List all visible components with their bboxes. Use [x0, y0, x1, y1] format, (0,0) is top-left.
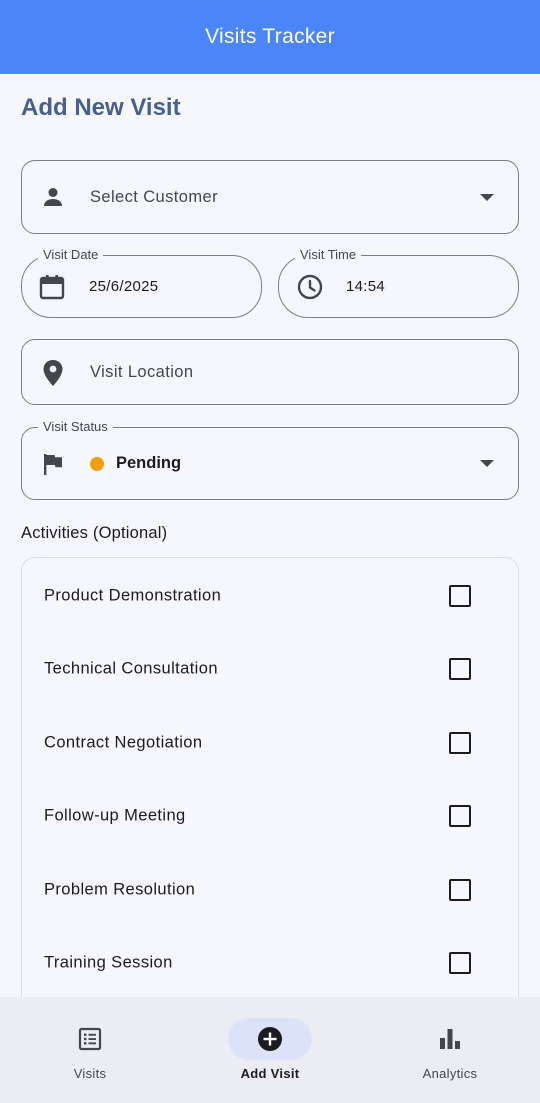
clock-icon: [296, 273, 324, 301]
bottom-navigation: Visits Add Visit Analytics: [0, 997, 540, 1103]
customer-placeholder: Select Customer: [90, 188, 218, 206]
activity-label: Product Demonstration: [44, 586, 222, 605]
calendar-icon: [38, 273, 66, 301]
activity-label: Training Session: [44, 953, 173, 972]
visit-date-value: 25/6/2025: [89, 278, 159, 295]
app-title: Visits Tracker: [205, 25, 335, 48]
nav-label: Add Visit: [240, 1066, 300, 1081]
nav-item-visits[interactable]: Visits: [0, 997, 180, 1103]
activity-label: Contract Negotiation: [44, 733, 203, 752]
page-title: Add New Visit: [21, 94, 181, 121]
visit-status-select[interactable]: Visit Status Pending: [21, 419, 519, 500]
add-circle-icon: [257, 1026, 283, 1052]
visit-date-field[interactable]: Visit Date 25/6/2025: [21, 247, 262, 318]
activity-item[interactable]: Training Session: [22, 927, 518, 1001]
status-dot: [90, 457, 104, 471]
list-icon: [78, 1027, 102, 1051]
visit-date-label: Visit Date: [38, 247, 104, 263]
activities-list: Product Demonstration Technical Consulta…: [21, 557, 519, 1027]
activities-title: Activities (Optional): [21, 524, 168, 542]
activity-label: Technical Consultation: [44, 659, 218, 678]
customer-select[interactable]: Select Customer: [21, 160, 519, 234]
activity-item[interactable]: Contract Negotiation: [22, 706, 518, 780]
status-value: Pending: [116, 454, 182, 472]
activity-item[interactable]: Problem Resolution: [22, 853, 518, 927]
activity-item[interactable]: Technical Consultation: [22, 633, 518, 707]
visit-status-label: Visit Status: [38, 419, 113, 435]
chevron-down-icon: [480, 460, 494, 467]
activity-item[interactable]: Product Demonstration: [22, 559, 518, 633]
nav-item-analytics[interactable]: Analytics: [360, 997, 540, 1103]
activity-checkbox[interactable]: [449, 805, 471, 828]
flag-icon: [41, 452, 65, 476]
nav-pill: [408, 1018, 492, 1060]
activity-checkbox[interactable]: [449, 878, 471, 901]
visit-location-input[interactable]: Visit Location: [21, 339, 519, 405]
activity-checkbox[interactable]: [449, 731, 471, 754]
activity-item[interactable]: Follow-up Meeting: [22, 780, 518, 854]
activity-checkbox[interactable]: [449, 584, 471, 607]
nav-pill: [48, 1018, 132, 1060]
activity-checkbox[interactable]: [449, 952, 471, 975]
activity-label: Follow-up Meeting: [44, 806, 186, 825]
app-bar: Visits Tracker: [0, 0, 540, 74]
chevron-down-icon: [480, 194, 494, 201]
activity-checkbox[interactable]: [449, 658, 471, 681]
activity-label: Problem Resolution: [44, 880, 196, 899]
visit-time-field[interactable]: Visit Time 14:54: [278, 247, 519, 318]
nav-label: Analytics: [422, 1066, 478, 1081]
location-pin-icon: [41, 359, 65, 387]
visit-time-value: 14:54: [346, 278, 386, 295]
visit-time-label: Visit Time: [295, 247, 362, 263]
nav-label: Visits: [73, 1066, 107, 1081]
person-icon: [41, 185, 65, 209]
bar-chart-icon: [438, 1027, 462, 1051]
nav-item-add-visit[interactable]: Add Visit: [180, 997, 360, 1103]
location-placeholder: Visit Location: [90, 363, 194, 381]
nav-pill-active: [228, 1018, 312, 1060]
